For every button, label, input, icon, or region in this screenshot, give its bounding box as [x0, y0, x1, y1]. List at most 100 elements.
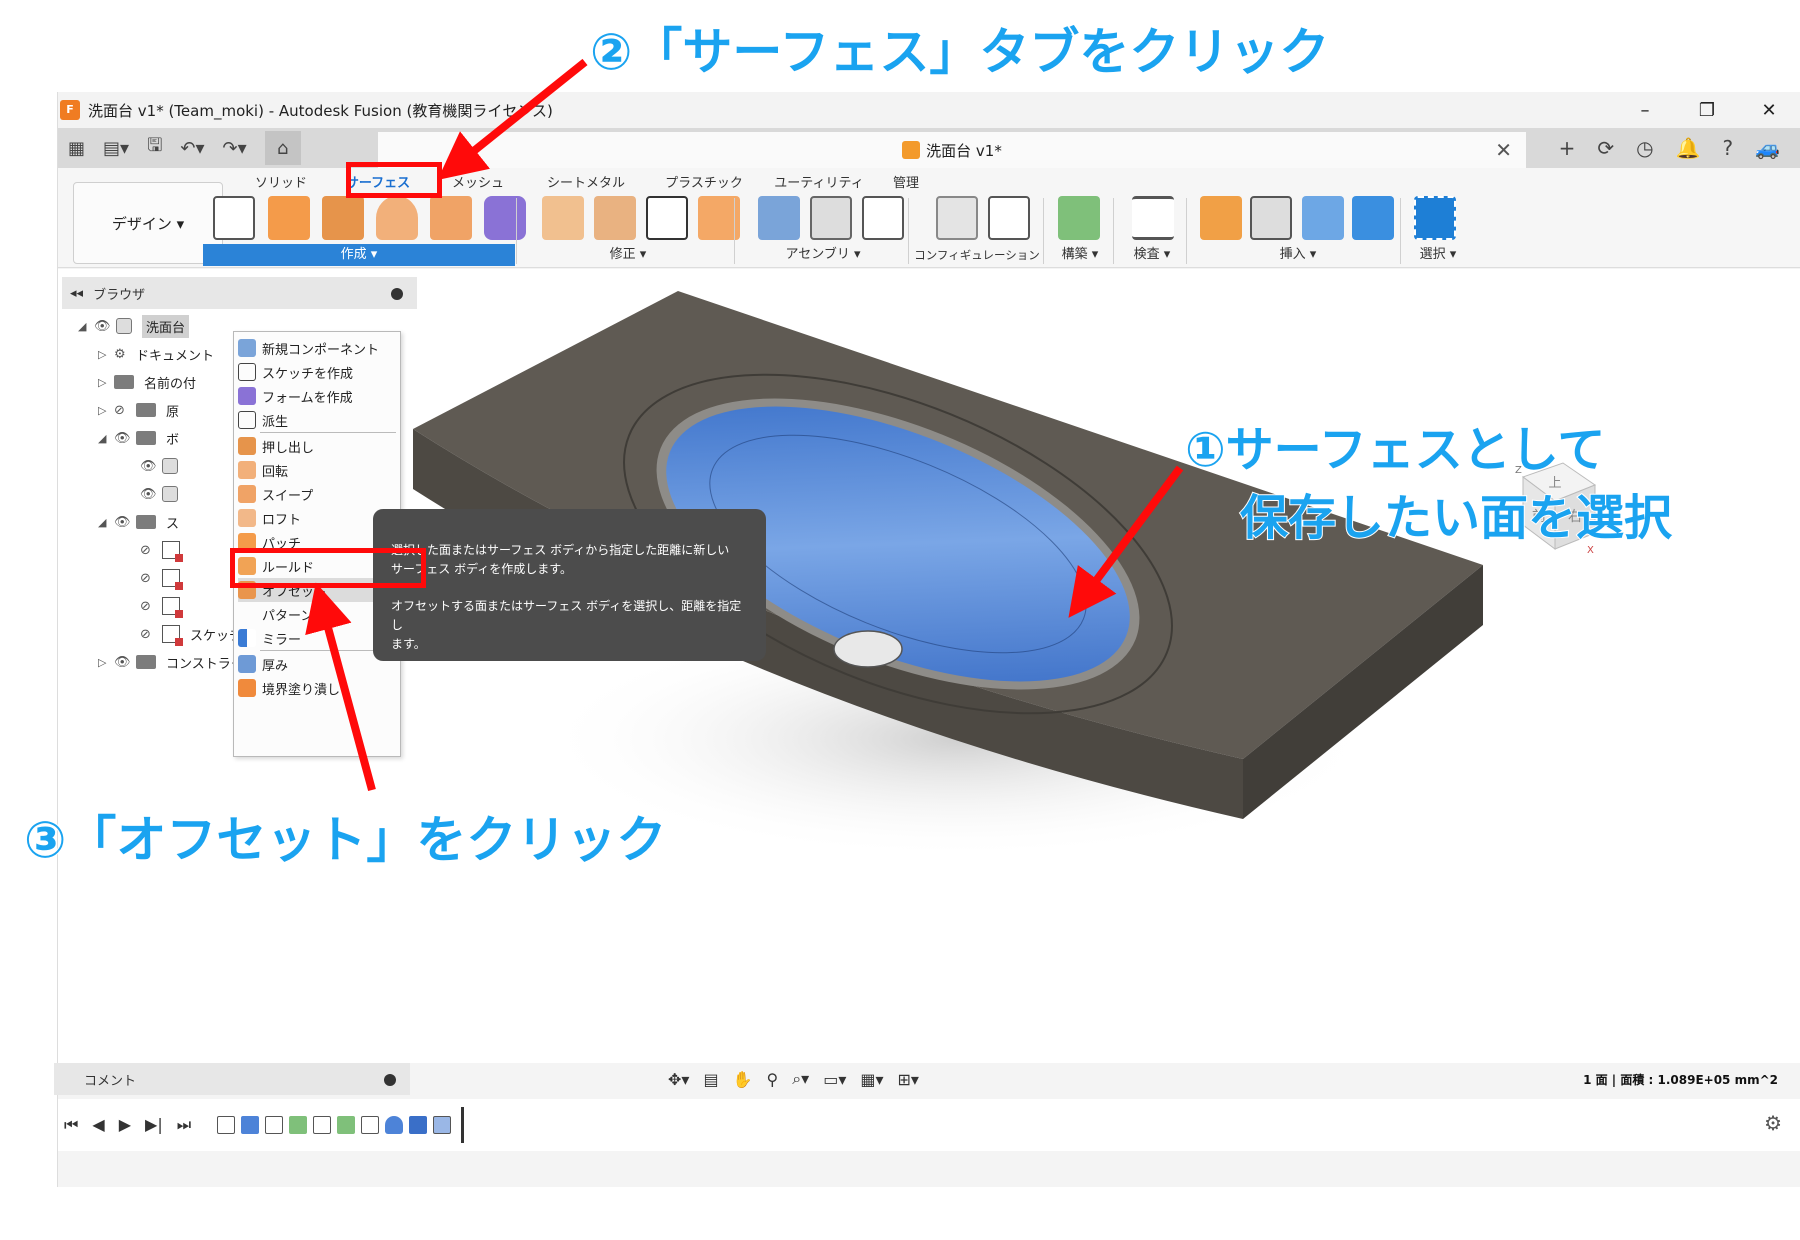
document-tab[interactable]: 洗面台 v1* ✕ [378, 132, 1526, 168]
help-icon[interactable]: ? [1722, 136, 1733, 160]
timeline-plane-icon[interactable] [337, 1116, 356, 1134]
viewports-icon[interactable]: ⊞▾ [898, 1070, 919, 1089]
tree-row[interactable]: ◢ 👁 ボ [98, 425, 179, 451]
tab-plastic[interactable]: プラスチック [648, 172, 760, 191]
measure-icon[interactable] [1132, 196, 1174, 240]
expand-icon[interactable]: ◢ [98, 432, 114, 445]
zoom-icon[interactable]: ⚲ [766, 1070, 778, 1089]
look-at-icon[interactable]: ▤ [703, 1070, 718, 1089]
pan-icon[interactable]: ✋ [733, 1070, 753, 1089]
expand-icon[interactable]: ▷ [98, 376, 114, 389]
redo-icon[interactable]: ↷▾ [223, 138, 247, 159]
untrim-icon[interactable] [594, 196, 636, 240]
tab-sheetmetal[interactable]: シートメタル [524, 172, 648, 191]
visibility-icon[interactable]: 👁 [140, 487, 162, 502]
canvas-viewport[interactable]: ◂◂ ブラウザ ◢ 👁 洗面台 ▷ ⚙ ドキュメント ▷ 名前の付 ▷ ⊘ 原 … [58, 269, 1800, 1063]
account-icon[interactable]: 🚙 [1755, 136, 1780, 160]
close-icon[interactable]: ✕ [1738, 92, 1800, 128]
step-back-icon[interactable]: ◀ [92, 1115, 104, 1135]
tree-row[interactable]: ⊘ [140, 537, 190, 563]
group-construct[interactable]: 構築 ▾ [1048, 244, 1112, 266]
file-menu-icon[interactable]: ▤▾ [103, 138, 129, 159]
drain-hole[interactable] [833, 630, 903, 668]
tab-solid[interactable]: ソリッド [238, 172, 324, 191]
joint-icon[interactable] [810, 196, 852, 240]
group-inspect[interactable]: 検査 ▾ [1120, 244, 1184, 266]
menu-item-create-sketch[interactable]: スケッチを作成 [238, 360, 398, 384]
history-icon[interactable]: ◷ [1636, 136, 1653, 160]
revolve-icon[interactable] [376, 196, 418, 240]
tree-row[interactable]: ⊘ [140, 565, 190, 591]
settings-gear-icon[interactable]: ⚙ [1764, 1111, 1782, 1135]
menu-item-new-component[interactable]: 新規コンポーネント [238, 336, 398, 360]
expand-icon[interactable]: ▷ [98, 656, 114, 669]
visibility-icon[interactable]: 👁 [114, 655, 136, 670]
tree-row[interactable]: ◢ 👁 洗面台 [78, 313, 190, 339]
timeline-sketch-icon[interactable] [361, 1116, 380, 1134]
fit-icon[interactable]: ⌕▾ [792, 1069, 809, 1089]
trim-icon[interactable] [542, 196, 584, 240]
extrude-icon[interactable] [322, 196, 364, 240]
select-icon[interactable] [1414, 196, 1456, 240]
menu-item-boundary-fill[interactable]: 境界塗り潰し [238, 676, 398, 700]
minimize-icon[interactable]: – [1614, 92, 1676, 128]
notification-icon[interactable]: 🔔 [1676, 136, 1701, 160]
grid-menu-icon[interactable]: ▦ [68, 138, 85, 159]
tree-row[interactable]: ◢ 👁 ス [98, 509, 179, 535]
expand-icon[interactable]: ▷ [98, 404, 114, 417]
group-assemble[interactable]: アセンブリ ▾ [748, 244, 898, 266]
group-create[interactable]: 作成 ▾ [203, 244, 515, 266]
step-forward-icon[interactable]: ▶| [145, 1115, 163, 1135]
tree-row[interactable]: ⊘ [140, 593, 190, 619]
timeline-combine-icon[interactable] [409, 1116, 428, 1134]
restore-icon[interactable]: ❐ [1676, 92, 1738, 128]
tree-row[interactable]: 👁 [140, 481, 188, 507]
play-icon[interactable]: ▶ [119, 1115, 131, 1135]
visibility-icon[interactable]: 👁 [94, 319, 116, 334]
timeline-sketch-icon[interactable] [217, 1116, 236, 1134]
menu-item-revolve[interactable]: 回転 [238, 458, 398, 482]
expand-icon[interactable]: ◢ [78, 320, 94, 333]
visibility-icon[interactable]: 👁 [114, 515, 136, 530]
configuration-icon[interactable] [936, 196, 978, 240]
timeline-sketch-icon[interactable] [265, 1116, 284, 1134]
hidden-icon[interactable]: ⊘ [114, 403, 136, 418]
pin-icon[interactable] [391, 288, 403, 300]
browser-panel-header[interactable]: ◂◂ ブラウザ [62, 277, 417, 309]
config-table-icon[interactable] [988, 196, 1030, 240]
timeline-revolve-icon[interactable] [385, 1116, 404, 1134]
group-modify[interactable]: 修正 ▾ [528, 244, 728, 266]
close-tab-icon[interactable]: ✕ [1495, 138, 1512, 162]
undo-icon[interactable]: ↶▾ [180, 138, 204, 159]
hidden-icon[interactable]: ⊘ [140, 599, 162, 614]
hidden-icon[interactable]: ⊘ [140, 543, 162, 558]
group-configuration[interactable]: コンフィギュレーション ▾ [913, 244, 1041, 284]
timeline-shell-icon[interactable] [433, 1116, 452, 1134]
insert-mesh-icon[interactable] [1250, 196, 1292, 240]
menu-item-create-form[interactable]: フォームを作成 [238, 384, 398, 408]
tab-manage[interactable]: 管理 [878, 172, 934, 191]
comment-panel-header[interactable]: コメント [54, 1063, 410, 1095]
timeline-extrude-icon[interactable] [241, 1116, 260, 1134]
new-tab-icon[interactable]: + [1559, 136, 1576, 160]
group-select[interactable]: 選択 ▾ [1402, 244, 1474, 266]
visibility-icon[interactable]: 👁 [140, 459, 162, 474]
tree-row[interactable]: 👁 [140, 453, 188, 479]
timeline-sketch-icon[interactable] [313, 1116, 332, 1134]
offset-surface-icon[interactable] [430, 196, 472, 240]
workspace-switcher[interactable]: デザイン ▾ [73, 182, 223, 264]
expand-icon[interactable]: ◢ [98, 516, 114, 529]
tab-utility[interactable]: ユーティリティ [760, 172, 878, 191]
add-comment-icon[interactable] [384, 1074, 396, 1086]
new-component-icon[interactable] [758, 196, 800, 240]
orbit-icon[interactable]: ✥▾ [668, 1070, 689, 1089]
tree-row[interactable]: ▷ ⚙ ドキュメント [98, 341, 214, 367]
canvas-image-icon[interactable] [1352, 196, 1394, 240]
visibility-icon[interactable]: 👁 [114, 431, 136, 446]
extensions-icon[interactable]: ⟳ [1597, 136, 1614, 160]
grid-settings-icon[interactable]: ▦▾ [860, 1070, 883, 1089]
plane-icon[interactable] [1058, 196, 1100, 240]
go-to-start-icon[interactable]: ⏮ [64, 1115, 78, 1135]
menu-item-derive[interactable]: 派生 [238, 408, 398, 432]
mcmaster-icon[interactable] [1302, 196, 1344, 240]
